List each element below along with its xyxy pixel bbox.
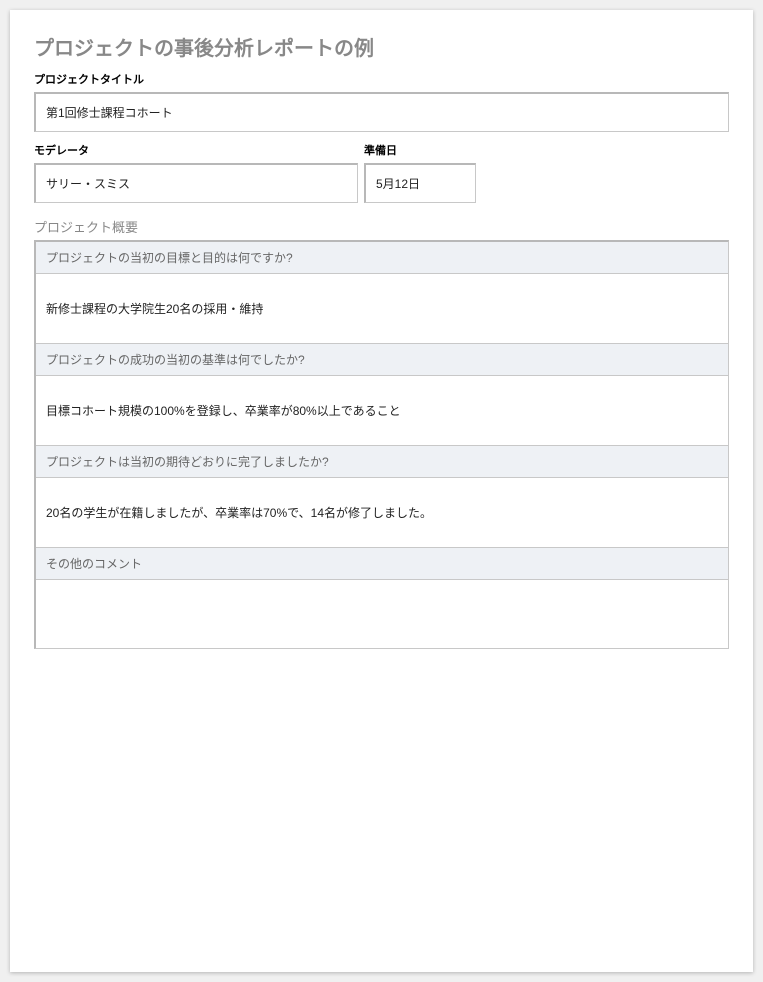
answer-cell[interactable]: 20名の学生が在籍しましたが、卒業率は70%で、14名が修了しました。 (36, 478, 728, 548)
overview-table: プロジェクトの当初の目標と目的は何ですか? 新修士課程の大学院生20名の採用・維… (34, 240, 729, 649)
prep-date-field[interactable]: 5月12日 (364, 163, 476, 203)
question-header: プロジェクトの成功の当初の基準は何でしたか? (36, 344, 728, 376)
moderator-label: モデレータ (34, 142, 358, 158)
answer-cell[interactable]: 目標コホート規模の100%を登録し、卒業率が80%以上であること (36, 376, 728, 446)
question-header: プロジェクトは当初の期待どおりに完了しましたか? (36, 446, 728, 478)
prep-date-label: 準備日 (364, 142, 476, 158)
project-title-field[interactable]: 第1回修士課程コホート (34, 92, 729, 132)
question-header: その他のコメント (36, 548, 728, 580)
overview-section-title: プロジェクト概要 (34, 217, 729, 236)
answer-cell[interactable] (36, 580, 728, 648)
page-title: プロジェクトの事後分析レポートの例 (34, 32, 729, 61)
project-title-label: プロジェクトタイトル (34, 71, 729, 87)
question-header: プロジェクトの当初の目標と目的は何ですか? (36, 242, 728, 274)
document-page: プロジェクトの事後分析レポートの例 プロジェクトタイトル 第1回修士課程コホート… (10, 10, 753, 972)
answer-cell[interactable]: 新修士課程の大学院生20名の採用・維持 (36, 274, 728, 344)
moderator-field[interactable]: サリー・スミス (34, 163, 358, 203)
meta-row: モデレータ サリー・スミス 準備日 5月12日 (34, 142, 729, 203)
